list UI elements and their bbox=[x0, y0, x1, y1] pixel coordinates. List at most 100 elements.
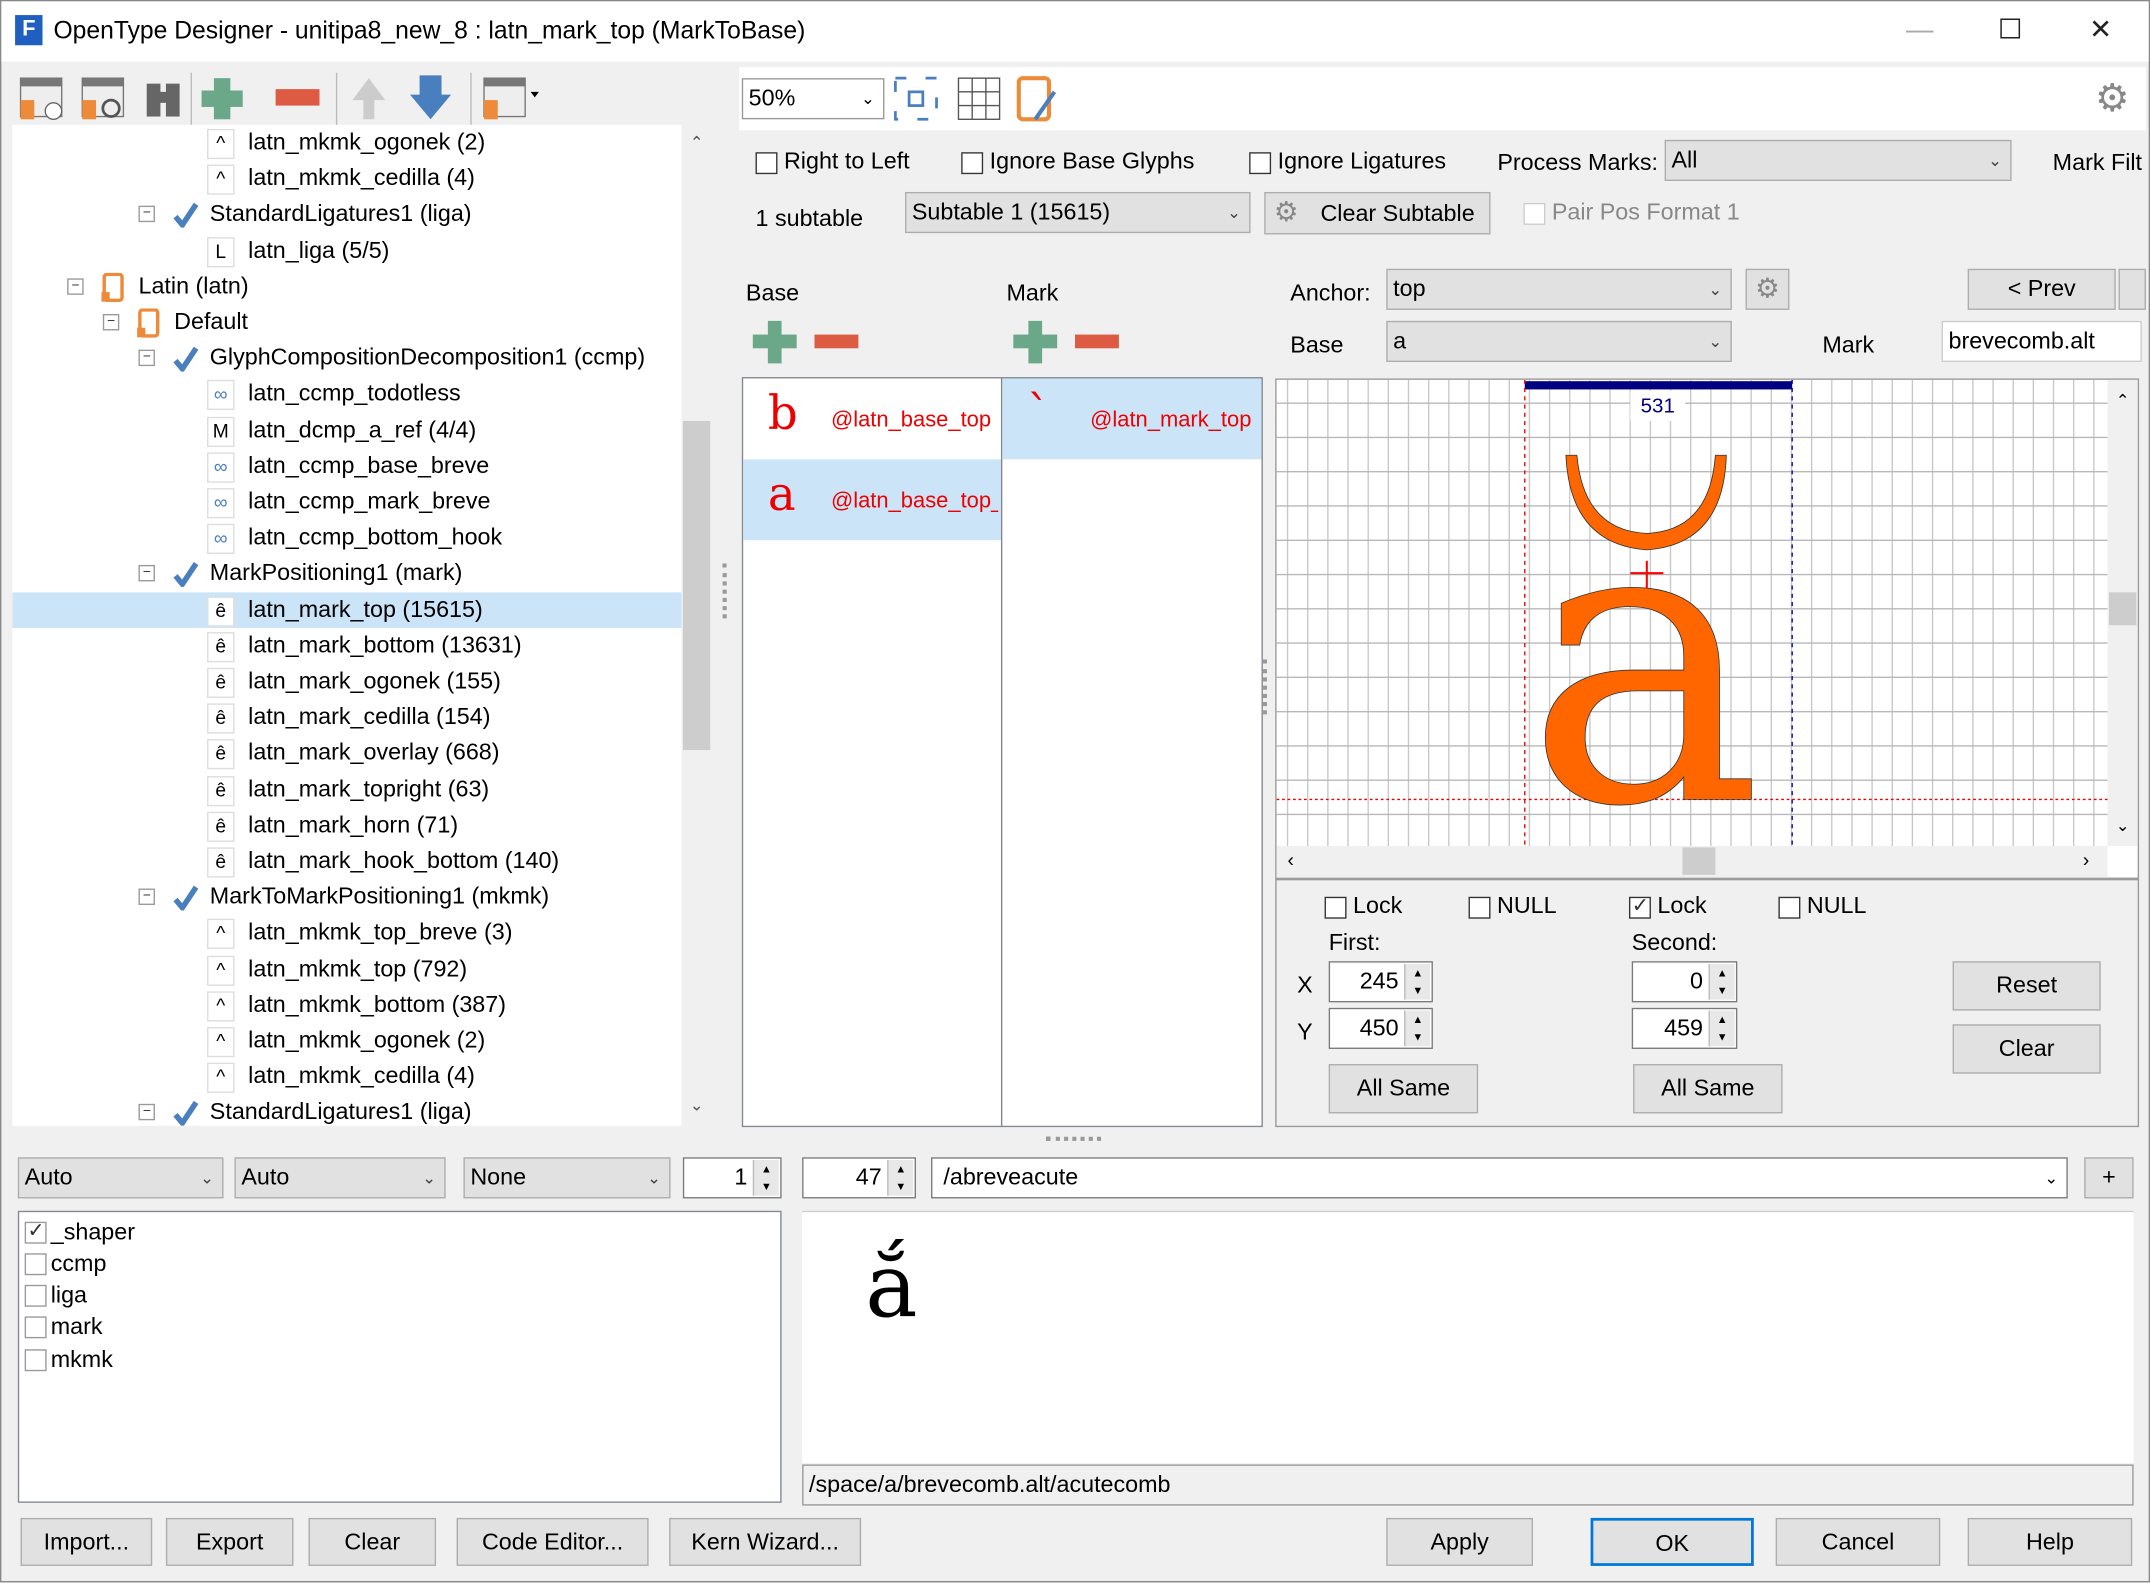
base-glyph-select[interactable]: a ⌄ bbox=[1386, 320, 1732, 362]
kern-wizard-button[interactable]: Kern Wizard... bbox=[669, 1517, 862, 1566]
add-preview-button[interactable]: + bbox=[2084, 1157, 2134, 1199]
checkbox[interactable] bbox=[1523, 202, 1546, 225]
feature-checkbox[interactable]: mkmk bbox=[24, 1345, 113, 1373]
collapse-toggle-icon[interactable]: − bbox=[102, 314, 120, 331]
tree-item[interactable]: ê latn_mark_ogonek (155) bbox=[12, 664, 681, 700]
next-button[interactable] bbox=[2118, 268, 2146, 310]
tree-item[interactable]: − Latin (latn) bbox=[12, 268, 681, 304]
add-icon[interactable] bbox=[201, 78, 243, 120]
remove-mark-class-icon[interactable] bbox=[1075, 334, 1119, 349]
tree-item[interactable]: ∞ latn_ccmp_todotless bbox=[12, 376, 681, 412]
remove-base-class-icon[interactable] bbox=[814, 334, 859, 349]
feature-checkbox[interactable]: liga bbox=[24, 1282, 87, 1310]
tree-scrollbar[interactable]: ⌃ ⌄ bbox=[681, 124, 712, 1126]
add-mark-class-icon[interactable] bbox=[1013, 320, 1058, 364]
mark-glyph-field[interactable]: brevecomb.alt bbox=[1941, 320, 2142, 362]
tree-item[interactable]: ^ latn_mkmk_cedilla (4) bbox=[12, 1059, 681, 1095]
scroll-thumb[interactable] bbox=[682, 420, 711, 751]
remove-icon[interactable] bbox=[275, 89, 320, 106]
spin-buttons[interactable]: ▲ ▼ bbox=[1404, 963, 1431, 1000]
script-select[interactable]: Auto ⌄ bbox=[17, 1157, 224, 1199]
second-y-stepper[interactable]: 459 ▲ ▼ bbox=[1631, 1007, 1738, 1049]
spin-buttons[interactable]: ▲ ▼ bbox=[1404, 1010, 1431, 1047]
tree-item[interactable]: Mlatn_dcmp_a_ref (4/4) bbox=[12, 412, 681, 448]
collapse-toggle-icon[interactable]: − bbox=[138, 565, 155, 582]
tree-item[interactable]: ^ latn_mkmk_cedilla (4) bbox=[12, 161, 681, 197]
spin-buttons[interactable]: ▲ ▼ bbox=[887, 1160, 914, 1196]
checkbox[interactable] bbox=[755, 151, 778, 174]
close-button[interactable]: ✕ bbox=[2069, 10, 2132, 54]
spin-buttons[interactable]: ▲ ▼ bbox=[1708, 1010, 1735, 1047]
tree-item[interactable]: ∞ latn_ccmp_bottom_hook bbox=[12, 520, 681, 556]
first-null-checkbox[interactable]: NULL bbox=[1468, 893, 1557, 920]
checkbox[interactable] bbox=[24, 1348, 47, 1371]
splitter-handle[interactable] bbox=[722, 563, 731, 619]
tree-item[interactable]: ^ latn_mkmk_bottom (387) bbox=[12, 987, 681, 1023]
move-down-icon[interactable] bbox=[409, 75, 452, 120]
tree-item[interactable]: ê latn_mark_top (15615) bbox=[12, 591, 682, 628]
first-all-same-button[interactable]: All Same bbox=[1328, 1064, 1479, 1114]
minimize-button[interactable]: — bbox=[1888, 10, 1951, 54]
mark-class-list[interactable]: ` @latn_mark_top bbox=[1000, 377, 1263, 1128]
tree-item[interactable]: ê latn_mark_horn (71) bbox=[12, 807, 681, 843]
lookup-tree[interactable]: ^ latn_mkmk_ogonek (2) ^ latn_mkmk_cedilla … bbox=[12, 124, 682, 1126]
second-null-checkbox[interactable]: NULL bbox=[1778, 893, 1866, 920]
second-all-same-button[interactable]: All Same bbox=[1633, 1064, 1783, 1114]
tree-item[interactable]: − Default bbox=[12, 304, 681, 340]
tree-item[interactable]: − MarkPositioning1 (mark) bbox=[12, 556, 681, 592]
tree-item[interactable]: ê latn_mark_topright (63) bbox=[12, 771, 681, 807]
fit-view-icon[interactable] bbox=[894, 76, 938, 121]
horizontal-splitter[interactable] bbox=[1046, 1136, 1102, 1141]
class-list-item[interactable]: a @latn_base_top_ bbox=[743, 459, 1001, 541]
checkbox[interactable] bbox=[24, 1253, 47, 1275]
direction-select[interactable]: None ⌄ bbox=[463, 1157, 671, 1199]
checkbox[interactable] bbox=[24, 1217, 47, 1244]
scroll-up-icon[interactable]: ⌃ bbox=[2116, 391, 2130, 410]
feature-checkbox[interactable]: ccmp bbox=[24, 1250, 106, 1278]
tree-item[interactable]: − StandardLigatures1 (liga) bbox=[12, 197, 681, 233]
clear-anchor-button[interactable]: Clear bbox=[1952, 1024, 2101, 1074]
clear-subtable-button[interactable]: ⚙ Clear Subtable bbox=[1264, 191, 1491, 235]
count-stepper[interactable]: 1 ▲ ▼ bbox=[682, 1157, 782, 1199]
clear-button[interactable]: Clear bbox=[308, 1517, 437, 1566]
tree-item[interactable]: ê latn_mark_cedilla (154) bbox=[12, 700, 681, 736]
checkbox[interactable] bbox=[1468, 896, 1491, 919]
maximize-button[interactable]: ☐ bbox=[1979, 10, 2042, 54]
class-list-item[interactable]: ` @latn_mark_top bbox=[1002, 378, 1262, 460]
tree-item[interactable]: ^ latn_mkmk_top_breve (3) bbox=[12, 915, 681, 951]
scroll-left-icon[interactable]: ‹ bbox=[1288, 849, 1294, 871]
code-editor-button[interactable]: Code Editor... bbox=[456, 1517, 649, 1566]
spin-buttons[interactable]: ▲ ▼ bbox=[752, 1160, 779, 1196]
tree-item[interactable]: ê latn_mark_overlay (668) bbox=[12, 735, 681, 771]
checkbox[interactable] bbox=[1249, 151, 1272, 174]
splitter-handle[interactable] bbox=[1262, 659, 1267, 715]
collapse-toggle-icon[interactable]: − bbox=[138, 1104, 155, 1121]
checkbox[interactable] bbox=[24, 1284, 47, 1307]
ignore-base-checkbox[interactable]: Ignore Base Glyphs bbox=[961, 148, 1194, 175]
size-stepper[interactable]: 47 ▲ ▼ bbox=[802, 1157, 916, 1199]
process-marks-select[interactable]: All ⌄ bbox=[1664, 139, 2012, 181]
right-to-left-checkbox[interactable]: Right to Left bbox=[755, 148, 910, 175]
import-button[interactable]: Import... bbox=[20, 1517, 153, 1566]
preview-text-input[interactable]: /abreveacute ⌄ bbox=[931, 1157, 2068, 1199]
canvas-vscroll[interactable]: ⌃ ⌄ bbox=[2107, 379, 2138, 847]
tree-item[interactable]: − GlyphCompositionDecomposition1 (ccmp) bbox=[12, 340, 681, 376]
scroll-down-icon[interactable]: ⌄ bbox=[690, 1096, 704, 1115]
zoom-select[interactable]: 50% ⌄ bbox=[741, 78, 885, 120]
binoculars-icon[interactable] bbox=[146, 83, 180, 117]
feature-checkbox[interactable]: _shaper bbox=[24, 1217, 135, 1246]
tree-item[interactable]: ∞ latn_ccmp_mark_breve bbox=[12, 484, 681, 520]
scroll-thumb[interactable] bbox=[2108, 592, 2137, 626]
first-y-stepper[interactable]: 450 ▲ ▼ bbox=[1328, 1007, 1433, 1049]
first-x-stepper[interactable]: 245 ▲ ▼ bbox=[1328, 961, 1433, 1003]
pair-pos-format-checkbox[interactable]: Pair Pos Format 1 bbox=[1523, 199, 1740, 226]
collapse-toggle-icon[interactable]: − bbox=[67, 278, 84, 295]
tree-item[interactable]: − MarkToMarkPositioning1 (mkmk) bbox=[12, 879, 681, 915]
tree-item[interactable]: ^ latn_mkmk_top (792) bbox=[12, 951, 681, 987]
scroll-thumb[interactable] bbox=[1682, 847, 1716, 875]
apply-button[interactable]: Apply bbox=[1386, 1517, 1534, 1566]
export-button[interactable]: Export bbox=[165, 1517, 294, 1566]
class-list-item[interactable]: b @latn_base_top bbox=[743, 378, 1001, 459]
move-up-icon[interactable] bbox=[352, 78, 386, 120]
cancel-button[interactable]: Cancel bbox=[1775, 1517, 1941, 1566]
